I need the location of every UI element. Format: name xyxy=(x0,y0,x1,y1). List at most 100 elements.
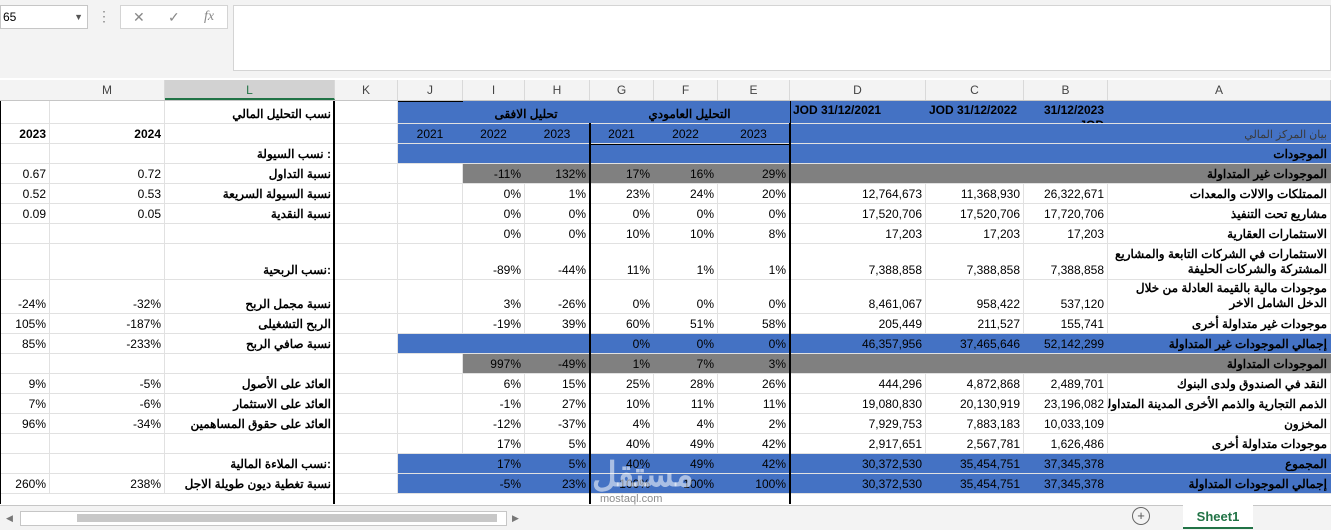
cell-l[interactable]: نسبة التداول xyxy=(165,164,335,183)
column-header-c[interactable]: C xyxy=(926,80,1024,100)
cell-n[interactable]: 9% xyxy=(0,374,50,393)
cell-a[interactable] xyxy=(1108,101,1331,123)
column-header-h[interactable]: H xyxy=(525,80,590,100)
cell-h[interactable]: -37% xyxy=(525,414,590,433)
cell-j[interactable] xyxy=(398,434,463,453)
cell-e[interactable]: 11% xyxy=(718,394,790,413)
cell-h[interactable]: 0% xyxy=(525,224,590,243)
cell-k[interactable] xyxy=(335,224,398,243)
cell-d[interactable] xyxy=(790,354,926,373)
cell-f[interactable]: 0% xyxy=(654,280,718,313)
cell-m[interactable] xyxy=(50,144,165,163)
cell-b[interactable]: 31/12/2023 JOD xyxy=(1024,101,1108,123)
cell-i[interactable]: -89% xyxy=(463,244,525,279)
cell-d[interactable] xyxy=(790,124,926,143)
cell-m[interactable] xyxy=(50,101,165,123)
cell-l[interactable]: العائد على الاستثمار xyxy=(165,394,335,413)
cell-a[interactable]: موجودات غير متداولة أخرى xyxy=(1108,314,1331,333)
cell-a[interactable]: الاستثمارات العقارية xyxy=(1108,224,1331,243)
cell-n[interactable] xyxy=(0,454,50,473)
cell-i[interactable] xyxy=(463,144,525,163)
scrollbar-thumb[interactable] xyxy=(77,514,497,522)
cell-n[interactable]: 0.52 xyxy=(0,184,50,203)
cell-g[interactable]: 25% xyxy=(590,374,654,393)
cell-f[interactable]: 4% xyxy=(654,414,718,433)
cell-a[interactable]: إجمالي الموجودات غير المتداولة xyxy=(1108,334,1331,353)
cell-e[interactable]: 2% xyxy=(718,414,790,433)
cell-j[interactable] xyxy=(398,280,463,313)
cell-e[interactable]: 42% xyxy=(718,454,790,473)
cell-k[interactable] xyxy=(335,204,398,223)
cell-d[interactable]: 7,929,753 xyxy=(790,414,926,433)
cell-b[interactable]: 26,322,671 xyxy=(1024,184,1108,203)
cell-n[interactable] xyxy=(0,144,50,163)
cell-g[interactable] xyxy=(590,144,654,163)
cell-b[interactable] xyxy=(1024,164,1108,183)
cell-f[interactable]: 1% xyxy=(654,244,718,279)
cell-g[interactable]: 0% xyxy=(590,280,654,313)
cell-e[interactable]: 58% xyxy=(718,314,790,333)
column-header-f[interactable]: F xyxy=(654,80,718,100)
cell-i[interactable]: تحليل الافقى xyxy=(463,101,590,123)
cell-b[interactable]: 23,196,082 xyxy=(1024,394,1108,413)
cell-i[interactable]: 0% xyxy=(463,184,525,203)
cell-c[interactable]: 31/12/2022 JOD xyxy=(926,101,1024,123)
cell-f[interactable]: 2022 xyxy=(654,124,718,143)
cell-e[interactable]: 0% xyxy=(718,204,790,223)
cell-l[interactable] xyxy=(165,124,335,143)
cell-f[interactable] xyxy=(654,144,718,163)
cell-a[interactable]: الموجودات المتداولة xyxy=(1108,354,1331,373)
cell-d[interactable]: 7,388,858 xyxy=(790,244,926,279)
cell-k[interactable] xyxy=(335,124,398,143)
cell-m[interactable]: 0.53 xyxy=(50,184,165,203)
cell-g[interactable]: 0% xyxy=(590,204,654,223)
cell-c[interactable]: 35,454,751 xyxy=(926,474,1024,493)
cell-k[interactable] xyxy=(335,454,398,473)
cell-a[interactable]: إجمالي الموجودات المتداولة xyxy=(1108,474,1331,493)
cell-a[interactable]: المخزون xyxy=(1108,414,1331,433)
cell-a[interactable]: بيان المركز المالي xyxy=(1108,124,1331,143)
cell-n[interactable] xyxy=(0,434,50,453)
cell-n[interactable]: 260% xyxy=(0,474,50,493)
column-header-d[interactable]: D xyxy=(790,80,926,100)
cell-m[interactable]: -187% xyxy=(50,314,165,333)
cell-j[interactable] xyxy=(398,474,463,493)
cell-i[interactable]: 997% xyxy=(463,354,525,373)
cell-n[interactable] xyxy=(0,224,50,243)
cell-l[interactable]: نسبة النقدية xyxy=(165,204,335,223)
cell-l[interactable]: نسبة السيولة السريعة xyxy=(165,184,335,203)
cell-g[interactable]: 4% xyxy=(590,414,654,433)
cell-k[interactable] xyxy=(335,280,398,313)
cell-e[interactable]: 8% xyxy=(718,224,790,243)
cell-c[interactable]: 7,883,183 xyxy=(926,414,1024,433)
cell-h[interactable] xyxy=(525,144,590,163)
cell-e[interactable]: 0% xyxy=(718,280,790,313)
cell-h[interactable]: -26% xyxy=(525,280,590,313)
cell-j[interactable]: 2021 xyxy=(398,124,463,143)
cell-c[interactable] xyxy=(926,354,1024,373)
cell-m[interactable]: -6% xyxy=(50,394,165,413)
cell-j[interactable] xyxy=(398,101,463,123)
cell-j[interactable] xyxy=(398,334,463,353)
cell-g[interactable]: 1% xyxy=(590,354,654,373)
enter-icon[interactable]: ✓ xyxy=(168,9,180,26)
cell-b[interactable]: 17,203 xyxy=(1024,224,1108,243)
add-sheet-icon[interactable]: + xyxy=(1132,507,1150,525)
cell-h[interactable]: 5% xyxy=(525,434,590,453)
cell-l[interactable]: نسب الملاءة المالية: xyxy=(165,454,335,473)
scroll-left-icon[interactable]: ◀ xyxy=(6,513,13,524)
cell-a[interactable]: الممتلكات والالات والمعدات xyxy=(1108,184,1331,203)
cell-e[interactable]: 0% xyxy=(718,334,790,353)
cell-d[interactable]: 444,296 xyxy=(790,374,926,393)
cell-n[interactable]: -24% xyxy=(0,280,50,313)
cell-e[interactable]: 20% xyxy=(718,184,790,203)
cell-g[interactable]: 23% xyxy=(590,184,654,203)
cell-j[interactable] xyxy=(398,204,463,223)
cell-e[interactable]: 100% xyxy=(718,474,790,493)
cell-j[interactable] xyxy=(398,414,463,433)
scroll-right-icon[interactable]: ▶ xyxy=(512,513,519,524)
cell-n[interactable]: 7% xyxy=(0,394,50,413)
cell-k[interactable] xyxy=(335,101,398,123)
cell-a[interactable]: الموجودات xyxy=(1108,144,1331,163)
cell-e[interactable]: 26% xyxy=(718,374,790,393)
